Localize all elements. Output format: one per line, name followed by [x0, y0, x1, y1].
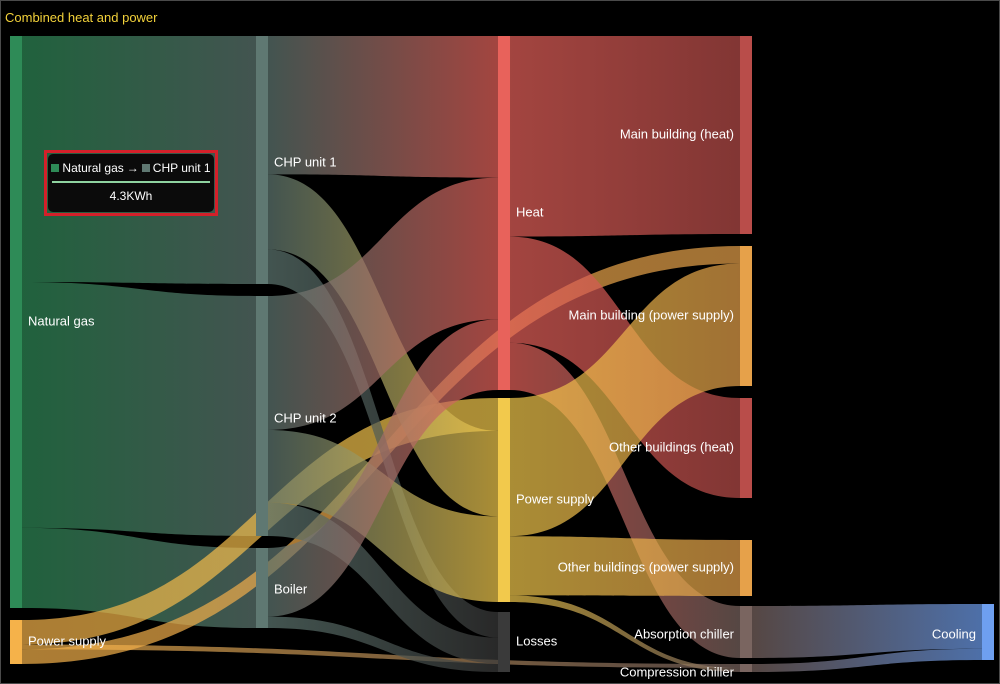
label-chp-unit-1: CHP unit 1 — [274, 154, 337, 169]
source-color-swatch — [51, 163, 60, 172]
node-compression-chiller[interactable] — [740, 664, 752, 672]
label-other-buildings-heat: Other buildings (heat) — [609, 439, 734, 454]
tooltip-source: Natural gas — [62, 160, 124, 175]
node-power-supply-source[interactable] — [10, 620, 22, 664]
label-main-building-heat: Main building (heat) — [620, 126, 734, 141]
label-boiler: Boiler — [274, 581, 308, 596]
label-other-buildings-power-supply: Other buildings (power supply) — [558, 559, 734, 574]
label-chp-unit-2: CHP unit 2 — [274, 410, 337, 425]
node-other-buildings-heat[interactable] — [740, 398, 752, 498]
sankey-chart: Natural gas Power supply CHP unit 1 CHP uni… — [10, 36, 994, 679]
node-losses[interactable] — [498, 612, 510, 672]
tooltip-value: 4.3KWh — [109, 189, 153, 203]
node-chp-unit-1[interactable] — [256, 36, 268, 284]
node-chp-unit-2[interactable] — [256, 296, 268, 536]
label-cooling: Cooling — [932, 626, 976, 641]
tooltip-target: CHP unit 1 — [152, 160, 211, 175]
label-absorption-chiller: Absorption chiller — [634, 626, 734, 641]
node-boiler[interactable] — [256, 548, 268, 628]
target-color-swatch — [141, 163, 150, 172]
tooltip-arrow: → — [126, 160, 139, 175]
node-other-buildings-power-supply[interactable] — [740, 540, 752, 596]
label-main-building-power-supply: Main building (power supply) — [569, 307, 734, 322]
node-absorption-chiller[interactable] — [740, 606, 752, 658]
node-power-supply[interactable] — [498, 398, 510, 602]
link-tooltip: Natural gas → CHP unit 1 4.3KWh — [48, 154, 214, 212]
label-power-supply-source: Power supply — [28, 633, 107, 648]
label-natural-gas: Natural gas — [28, 313, 95, 328]
label-compression-chiller: Compression chiller — [620, 664, 735, 679]
label-power-supply: Power supply — [516, 491, 595, 506]
node-cooling[interactable] — [982, 604, 994, 660]
node-heat[interactable] — [498, 36, 510, 390]
node-main-building-heat[interactable] — [740, 36, 752, 234]
node-natural-gas[interactable] — [10, 36, 22, 608]
tooltip-header: Natural gas → CHP unit 1 — [48, 154, 214, 181]
label-heat: Heat — [516, 204, 544, 219]
node-main-building-power-supply[interactable] — [740, 246, 752, 386]
label-losses: Losses — [516, 633, 558, 648]
